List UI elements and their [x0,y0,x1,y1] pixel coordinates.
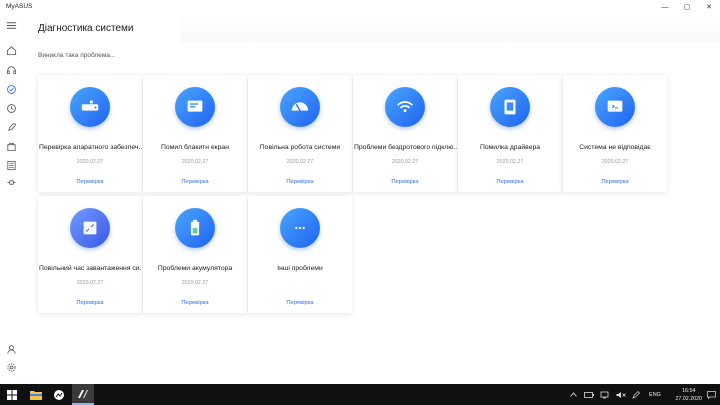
language-indicator[interactable]: ENG [646,384,664,405]
check-link[interactable]: Перевірка [563,179,667,185]
card-date: 2020.02.27 [286,159,314,165]
card-date: 2020.02.27 [496,159,524,165]
boot-icon [70,208,110,248]
card-hardware-check[interactable]: Перевірка апаратного забезпеч... 2020.02… [38,75,142,192]
volume-muted-icon [616,391,626,398]
tray-battery[interactable] [582,384,596,405]
menu-icon[interactable] [6,20,17,31]
app-circle-icon [54,389,64,400]
taskbar-file-explorer[interactable] [26,384,46,405]
card-label: Помил блакитн екран [161,144,229,151]
card-label: Перевірка апаратного забезпеч... [39,144,142,151]
tray-volume[interactable] [614,384,628,405]
start-button[interactable] [0,384,24,405]
card-date: 2020.02.27 [76,280,104,286]
settings-icon[interactable] [6,362,17,373]
check-link[interactable]: Перевірка [143,300,247,306]
card-not-responding[interactable]: Система не відповідає 2020.02.27 Перевір… [563,75,667,192]
tray-network[interactable] [598,384,612,405]
page-subtitle: Виникла така проблема... [38,52,116,59]
card-other-problems[interactable]: Інші проблеми Перевірка [248,196,352,313]
maximize-button[interactable]: ▢ [676,0,698,14]
check-link[interactable]: Перевірка [458,179,562,185]
hard-drive-icon [70,87,110,127]
card-date: 2020.02.27 [181,280,209,286]
store-icon[interactable] [6,141,17,152]
card-driver-error[interactable]: Помилка драйвера 2020.02.27 Перевірка [458,75,562,192]
windows-icon [7,389,17,400]
tray-chevron[interactable] [566,384,580,405]
card-label: Помилка драйвера [479,144,541,151]
card-date: 2020.02.27 [76,159,104,165]
taskbar: ENG 16:54 27.02.2020 [0,384,720,405]
title-bar: MyASUS — ▢ ✕ [0,0,720,14]
pen-icon [632,390,640,399]
myasus-icon [78,389,88,398]
battery-tray-icon [584,391,594,398]
card-date: 2020.02.27 [391,159,419,165]
not-responding-icon [595,87,635,127]
notification-icon [707,390,716,399]
card-label: Повільний час завантаження си... [39,265,142,272]
taskbar-myasus[interactable] [72,384,94,405]
chevron-up-icon [569,392,577,397]
page-title: Діагностика системи [38,23,134,34]
clock-time: 16:54 [682,388,696,394]
support-icon[interactable] [6,65,17,76]
speedometer-icon [280,87,320,127]
window-controls: — ▢ ✕ [654,0,720,14]
card-battery[interactable]: Проблеми акумулятора 2020.02.27 Перевірк… [143,196,247,313]
diagnostics-icon[interactable] [6,84,17,95]
close-button[interactable]: ✕ [698,0,720,14]
link-icon[interactable] [6,177,17,188]
check-link[interactable]: Перевірка [143,179,247,185]
battery-icon [175,208,215,248]
card-label: Повільна робота системи [259,144,341,151]
card-label: Проблеми бездротового підклю... [354,144,457,151]
recovery-icon[interactable] [6,103,17,114]
driver-icon [490,87,530,127]
card-label: Проблеми акумулятора [157,265,233,272]
user-icon[interactable] [6,344,17,355]
card-date: 2020.02.27 [601,159,629,165]
card-slow-boot[interactable]: Повільний час завантаження си... 2020.02… [38,196,142,313]
card-date: 2020.02.27 [181,159,209,165]
card-label: Інші проблеми [277,265,323,272]
more-icon [280,208,320,248]
card-label: Система не відповідає [579,144,651,151]
card-slow-system[interactable]: Повільна робота системи 2020.02.27 Перев… [248,75,352,192]
wifi-icon [385,87,425,127]
minimize-button[interactable]: — [654,0,676,14]
rocket-icon[interactable] [6,122,17,133]
notification-center[interactable] [705,384,718,405]
check-link[interactable]: Перевірка [38,300,142,306]
sidebar [0,14,22,384]
myasus-window: MyASUS — ▢ ✕ Діагностика системи Виникла… [0,0,720,384]
folder-icon [30,390,42,400]
header-shade [180,14,720,42]
check-link[interactable]: Перевірка [353,179,457,185]
home-icon[interactable] [6,45,17,56]
card-wireless[interactable]: Проблеми бездротового підклю... 2020.02.… [353,75,457,192]
news-icon[interactable] [6,160,17,171]
check-link[interactable]: Перевірка [38,179,142,185]
network-icon [600,391,609,398]
check-link[interactable]: Перевірка [248,300,352,306]
clock-date: 27.02.2020 [675,396,702,402]
app-title: MyASUS [6,3,33,10]
clock[interactable]: 16:54 27.02.2020 [675,387,702,403]
tray-pen[interactable] [630,384,642,405]
card-blue-screen[interactable]: Помил блакитн екран 2020.02.27 Перевірка [143,75,247,192]
blue-screen-icon [175,87,215,127]
taskbar-app-circle[interactable] [48,384,70,405]
check-link[interactable]: Перевірка [248,179,352,185]
